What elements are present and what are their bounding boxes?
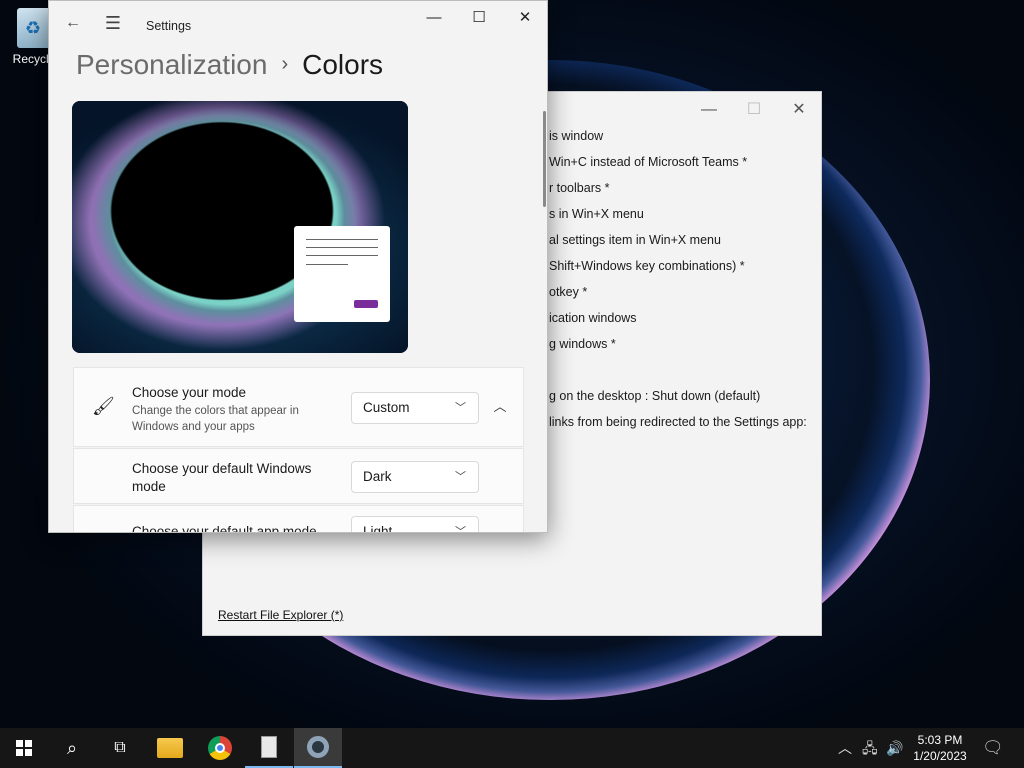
notification-icon[interactable]: 🗨 bbox=[982, 728, 1004, 768]
minimize-button[interactable]: — bbox=[412, 7, 456, 29]
close-button[interactable]: ✕ bbox=[503, 7, 547, 29]
tweaker-option[interactable]: r toolbars * bbox=[549, 178, 807, 204]
mode-dropdown[interactable]: Custom ﹀ bbox=[351, 392, 479, 424]
recycle-bin-icon bbox=[17, 8, 51, 48]
page-title: Colors bbox=[302, 49, 384, 80]
taskbar: ⌕ ⧉ ︿ 🖧 🔊 5:03 PM 1/20/2023 🗨 bbox=[0, 728, 1024, 768]
settings-titlebar[interactable]: ← ☰ Settings — ☐ ✕ bbox=[49, 1, 547, 49]
theme-preview bbox=[72, 101, 408, 353]
clock-time: 5:03 PM bbox=[917, 733, 963, 747]
volume-icon[interactable]: 🔊 bbox=[886, 728, 903, 768]
windows-mode-title: Choose your default Windows mode bbox=[132, 461, 312, 494]
app-mode-dropdown[interactable]: Light ﹀ bbox=[351, 516, 479, 533]
windows-mode-dropdown[interactable]: Dark ﹀ bbox=[351, 461, 479, 493]
app-mode-card: Choose your default app mode Light ﹀ bbox=[73, 505, 524, 533]
mode-dropdown-value: Custom bbox=[363, 400, 410, 415]
paintbrush-icon: 🖌 bbox=[92, 396, 115, 416]
task-view-icon[interactable]: ⧉ bbox=[96, 728, 144, 768]
choose-mode-card[interactable]: 🖌 Choose your mode Change the colors tha… bbox=[73, 367, 524, 447]
tweaker-option[interactable]: Win+C instead of Microsoft Teams * bbox=[549, 152, 807, 178]
tweaker-option[interactable]: Shift+Windows key combinations) * bbox=[549, 256, 807, 282]
tweaker-option[interactable]: al settings item in Win+X menu bbox=[549, 230, 807, 256]
chrome-icon[interactable] bbox=[196, 728, 244, 768]
breadcrumb-personalization[interactable]: Personalization bbox=[76, 49, 267, 80]
windows-logo-icon bbox=[16, 740, 32, 756]
tweaker-option bbox=[549, 360, 807, 386]
tweaker-option[interactable]: is window bbox=[549, 126, 807, 152]
clock[interactable]: 5:03 PM 1/20/2023 bbox=[905, 732, 975, 764]
tweaker-option[interactable]: otkey * bbox=[549, 282, 807, 308]
tweaker-option[interactable]: ication windows bbox=[549, 308, 807, 334]
back-arrow-icon[interactable]: ← bbox=[59, 10, 87, 36]
windows-mode-card: Choose your default Windows mode Dark ﹀ bbox=[73, 448, 524, 504]
clock-date: 1/20/2023 bbox=[913, 749, 967, 763]
breadcrumb: Personalization › Colors bbox=[76, 49, 383, 81]
hamburger-menu-icon[interactable]: ☰ bbox=[99, 10, 127, 36]
tweaker-option[interactable]: links from being redirected to the Setti… bbox=[549, 412, 807, 438]
app-title: Settings bbox=[146, 19, 192, 33]
chevron-down-icon: ﹀ bbox=[455, 402, 466, 414]
choose-mode-title: Choose your mode bbox=[132, 385, 247, 400]
chevron-down-icon: ﹀ bbox=[455, 471, 466, 483]
tweaker-option[interactable]: g windows * bbox=[549, 334, 807, 360]
tweaker-options-list: is window Win+C instead of Microsoft Tea… bbox=[549, 126, 807, 438]
chevron-up-icon[interactable]: ︿ bbox=[490, 396, 510, 416]
chevron-right-icon: › bbox=[281, 53, 289, 75]
tweaker-minimize-button[interactable]: — bbox=[689, 98, 729, 122]
tweaker-option[interactable]: s in Win+X menu bbox=[549, 204, 807, 230]
tweaker-close-button[interactable]: ✕ bbox=[779, 98, 819, 122]
choose-mode-description: Change the colors that appear in Windows… bbox=[132, 405, 299, 433]
network-icon[interactable]: 🖧 bbox=[862, 728, 878, 768]
chevron-up-icon[interactable]: ︿ bbox=[838, 728, 852, 768]
scrollbar[interactable] bbox=[543, 111, 546, 207]
windows-mode-value: Dark bbox=[363, 469, 392, 484]
chevron-down-icon: ﹀ bbox=[455, 526, 466, 533]
tweaker-option[interactable]: g on the desktop : Shut down (default) bbox=[549, 386, 807, 412]
maximize-button[interactable]: ☐ bbox=[457, 7, 501, 29]
tweaker-app-icon[interactable] bbox=[245, 728, 293, 768]
start-button[interactable] bbox=[0, 728, 48, 768]
app-mode-title: Choose your default app mode bbox=[132, 524, 317, 533]
settings-icon[interactable] bbox=[294, 728, 342, 768]
search-icon[interactable]: ⌕ bbox=[48, 728, 96, 768]
preview-window-sample bbox=[294, 226, 390, 322]
accent-color-swatch bbox=[354, 300, 378, 308]
tweaker-maximize-button[interactable]: ☐ bbox=[734, 98, 774, 122]
settings-window[interactable]: ← ☰ Settings — ☐ ✕ Personalization › Color… bbox=[48, 0, 548, 533]
file-explorer-icon[interactable] bbox=[146, 728, 194, 768]
restart-explorer-link[interactable]: Restart File Explorer (*) bbox=[218, 608, 343, 622]
app-mode-value: Light bbox=[363, 524, 393, 533]
